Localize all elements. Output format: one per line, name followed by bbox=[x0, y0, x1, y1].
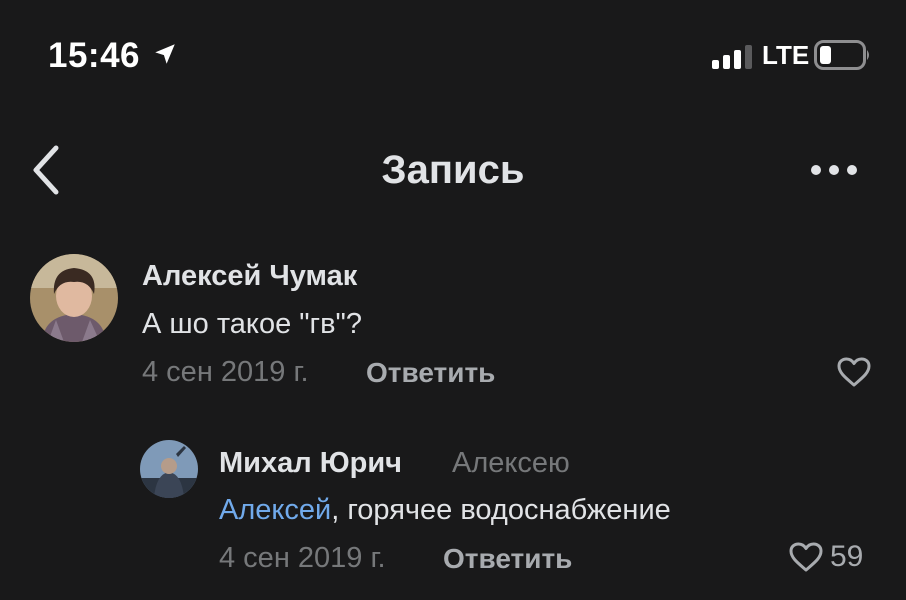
mention-link[interactable]: Алексей bbox=[219, 494, 331, 526]
more-dots-icon[interactable] bbox=[806, 154, 862, 186]
avatar[interactable] bbox=[140, 440, 198, 498]
comment-author[interactable]: Михал Юрич bbox=[219, 447, 402, 480]
reply-button[interactable]: Ответить bbox=[366, 357, 495, 389]
reply-button[interactable]: Ответить bbox=[443, 543, 572, 575]
nav-bar: Запись bbox=[0, 128, 906, 208]
comment-author[interactable]: Алексей Чумак bbox=[142, 260, 357, 293]
comment-text: Алексей, горячее водоснабжение bbox=[219, 494, 671, 527]
page-title: Запись bbox=[381, 148, 525, 192]
signal-icon bbox=[712, 45, 752, 69]
like-button[interactable]: 59 bbox=[788, 540, 863, 574]
reply-to-label[interactable]: Алексею bbox=[452, 447, 570, 480]
like-button[interactable] bbox=[836, 356, 872, 388]
battery-icon bbox=[814, 40, 869, 70]
comment-text: А шо такое "гв"? bbox=[142, 308, 362, 340]
avatar-image bbox=[30, 254, 118, 342]
status-time: 15:46 bbox=[48, 36, 141, 75]
like-count: 59 bbox=[830, 540, 864, 573]
heart-icon bbox=[837, 357, 871, 387]
status-bar: 15:46 LTE bbox=[0, 0, 906, 110]
comment-text-body: , горячее водоснабжение bbox=[331, 494, 671, 526]
location-arrow-icon bbox=[155, 44, 175, 64]
comment-date: 4 сен 2019 г. bbox=[142, 356, 309, 388]
avatar[interactable] bbox=[30, 254, 118, 342]
network-type: LTE bbox=[762, 40, 810, 70]
avatar-image bbox=[140, 440, 198, 498]
heart-icon bbox=[789, 542, 823, 572]
comment-date: 4 сен 2019 г. bbox=[219, 542, 386, 574]
